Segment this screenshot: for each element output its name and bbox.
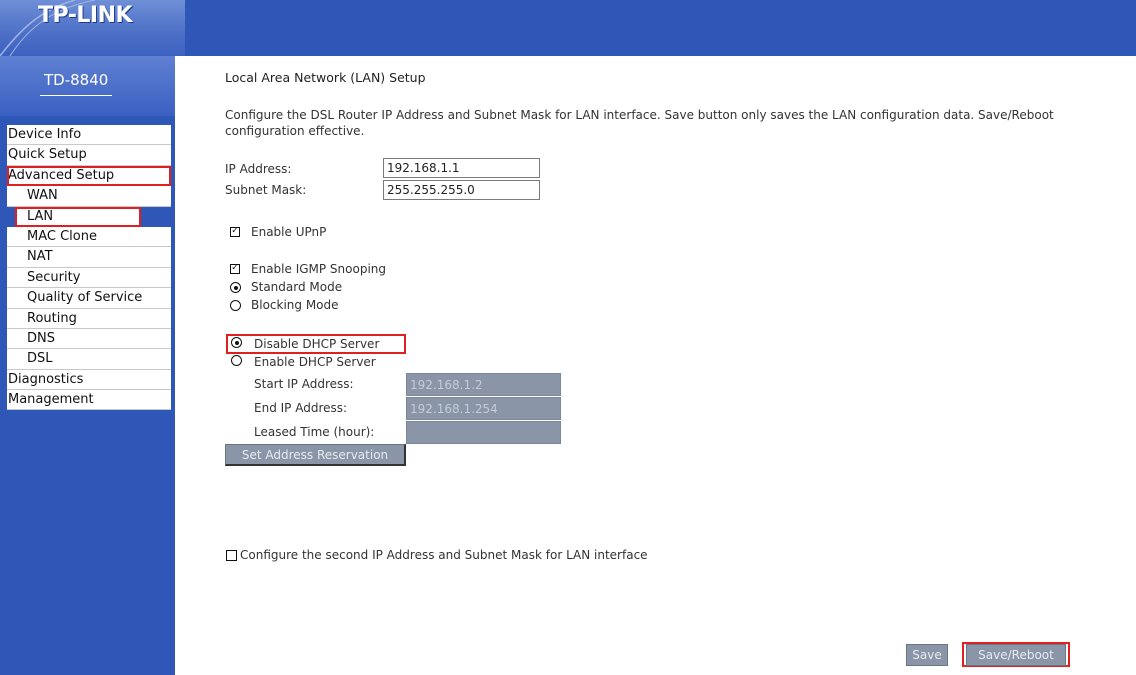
sidebar-item-device-info[interactable]: Device Info <box>7 125 171 146</box>
page-description: Configure the DSL Router IP Address and … <box>225 107 1130 139</box>
disable-dhcp-radio[interactable] <box>231 337 242 348</box>
end-ip-input[interactable] <box>406 397 561 420</box>
sidebar-item-dsl[interactable]: DSL <box>7 349 171 370</box>
enable-dhcp-radio[interactable] <box>231 355 242 366</box>
second-ip-label: Configure the second IP Address and Subn… <box>240 548 648 562</box>
brand-logo: TP-LINK <box>38 3 133 28</box>
sidebar-item-wan[interactable]: WAN <box>7 186 171 207</box>
sidebar-item-dns[interactable]: DNS <box>7 328 171 350</box>
enable-upnp-checkbox[interactable] <box>230 227 240 237</box>
standard-mode-radio[interactable] <box>230 282 241 293</box>
save-reboot-button[interactable]: Save/Reboot <box>966 644 1066 666</box>
start-ip-input[interactable] <box>406 373 561 396</box>
start-ip-label: Start IP Address: <box>254 377 354 391</box>
enable-upnp-label: Enable UPnP <box>251 225 327 239</box>
standard-mode-label: Standard Mode <box>251 280 343 294</box>
lease-time-input[interactable] <box>406 421 561 444</box>
subnet-mask-label: Subnet Mask: <box>225 183 307 197</box>
subnet-mask-input[interactable] <box>383 180 540 200</box>
sidebar-item-lan[interactable]: LAN <box>15 206 141 227</box>
save-button[interactable]: Save <box>906 644 948 666</box>
description-line-2: configuration effective. <box>225 124 365 138</box>
sidebar-item-security[interactable]: Security <box>7 267 171 289</box>
sidebar-item-routing[interactable]: Routing <box>7 308 171 329</box>
model-label: TD-8840 <box>40 71 113 96</box>
blocking-mode-radio[interactable] <box>230 300 241 311</box>
sidebar-item-qos[interactable]: Quality of Service <box>7 288 171 309</box>
sidebar-item-advanced-setup[interactable]: Advanced Setup <box>7 165 171 187</box>
blocking-mode-label: Blocking Mode <box>251 298 339 312</box>
sidebar-item-diagnostics[interactable]: Diagnostics <box>7 369 171 391</box>
sidebar-item-quick-setup[interactable]: Quick Setup <box>7 145 171 166</box>
brand-logo-area: TP-LINK <box>0 0 185 56</box>
end-ip-label: End IP Address: <box>254 401 348 415</box>
set-address-reservation-button[interactable]: Set Address Reservation <box>225 444 406 466</box>
sidebar-item-management[interactable]: Management <box>7 390 171 411</box>
enable-igmp-label: Enable IGMP Snooping <box>251 262 387 276</box>
enable-dhcp-label: Enable DHCP Server <box>254 355 376 369</box>
lease-time-label: Leased Time (hour): <box>254 425 375 439</box>
ip-address-input[interactable] <box>383 158 540 178</box>
sidebar-item-mac-clone[interactable]: MAC Clone <box>7 226 171 248</box>
disable-dhcp-label: Disable DHCP Server <box>254 337 380 351</box>
second-ip-checkbox[interactable] <box>226 550 237 561</box>
sidebar-item-nat[interactable]: NAT <box>7 247 171 268</box>
ip-address-label: IP Address: <box>225 162 292 176</box>
description-line-1: Configure the DSL Router IP Address and … <box>225 108 1054 122</box>
enable-igmp-checkbox[interactable] <box>230 264 240 274</box>
page-title: Local Area Network (LAN) Setup <box>225 70 426 85</box>
sidebar-nav: Device Info Quick Setup Advanced Setup W… <box>7 125 171 411</box>
